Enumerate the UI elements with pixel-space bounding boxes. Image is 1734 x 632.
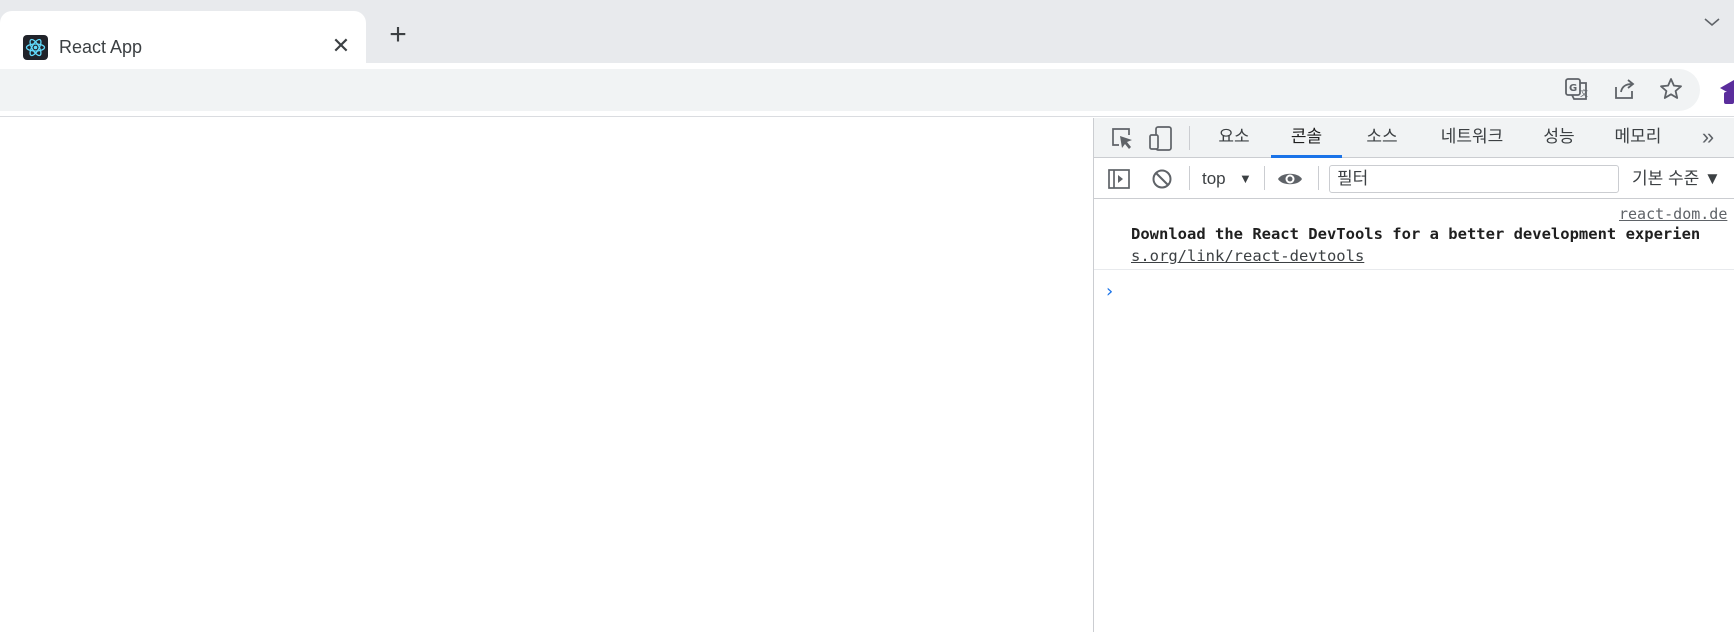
- console-toolbar: top ▼ 기본 수준 ▼: [1094, 158, 1734, 199]
- tab-elements[interactable]: 요소: [1209, 118, 1259, 158]
- tab-sources[interactable]: 소스: [1352, 118, 1412, 158]
- tab-title: React App: [59, 37, 143, 57]
- toolbar-divider: [1264, 166, 1265, 190]
- console-message: react-dom.de Download the React DevTools…: [1094, 199, 1734, 270]
- message-url-link[interactable]: s.org/link/react-devtools: [1131, 247, 1364, 265]
- browser-toolbar: G 文: [0, 63, 1734, 117]
- react-favicon-icon: [23, 35, 48, 60]
- more-tabs-icon[interactable]: »: [1694, 124, 1722, 152]
- extension-icon[interactable]: [1716, 76, 1734, 104]
- console-prompt-icon[interactable]: ›: [1106, 283, 1113, 301]
- page-viewport[interactable]: [0, 118, 1093, 632]
- plus-icon[interactable]: +: [383, 20, 413, 51]
- svg-text:文: 文: [1580, 88, 1588, 98]
- translate-icon[interactable]: G 文: [1561, 74, 1591, 104]
- tab-network[interactable]: 네트워크: [1427, 118, 1517, 158]
- address-bar[interactable]: [0, 69, 1700, 111]
- device-toolbar-icon[interactable]: [1147, 124, 1175, 152]
- filter-input[interactable]: [1329, 165, 1619, 193]
- console-messages: react-dom.de Download the React DevTools…: [1094, 199, 1734, 632]
- toolbar-divider: [1189, 126, 1190, 150]
- inspect-element-icon[interactable]: [1108, 124, 1136, 152]
- clear-console-icon[interactable]: [1150, 167, 1174, 191]
- message-source-link[interactable]: react-dom.de: [1619, 205, 1727, 223]
- browser-tab-react-app[interactable]: React App ✕: [0, 11, 366, 63]
- sidebar-toggle-icon[interactable]: [1107, 167, 1131, 191]
- svg-text:G: G: [1569, 83, 1577, 94]
- devtools-panel: 요소 콘솔 소스 네트워크 성능 메모리 » top ▼ 필터 기본 수준 ▼ …: [1093, 118, 1734, 632]
- tab-console[interactable]: 콘솔: [1274, 118, 1339, 158]
- dropdown-caret-icon: ▼: [1239, 171, 1252, 186]
- tab-performance[interactable]: 성능: [1534, 118, 1584, 158]
- context-select[interactable]: top: [1202, 166, 1226, 192]
- message-text: Download the React DevTools for a better…: [1131, 225, 1701, 243]
- close-icon[interactable]: ✕: [328, 33, 354, 59]
- tab-strip: React App ✕ +: [0, 0, 1734, 63]
- eye-icon[interactable]: [1277, 167, 1303, 191]
- toolbar-divider: [1318, 166, 1319, 190]
- share-icon[interactable]: [1609, 74, 1639, 104]
- devtools-tab-bar: 요소 콘솔 소스 네트워크 성능 메모리 »: [1094, 118, 1734, 158]
- tab-memory[interactable]: 메모리: [1603, 118, 1673, 158]
- toolbar-divider: [1189, 166, 1190, 190]
- chevron-down-icon[interactable]: [1700, 10, 1724, 34]
- star-icon[interactable]: [1656, 74, 1686, 104]
- log-levels-select[interactable]: 기본 수준 ▼: [1632, 166, 1721, 192]
